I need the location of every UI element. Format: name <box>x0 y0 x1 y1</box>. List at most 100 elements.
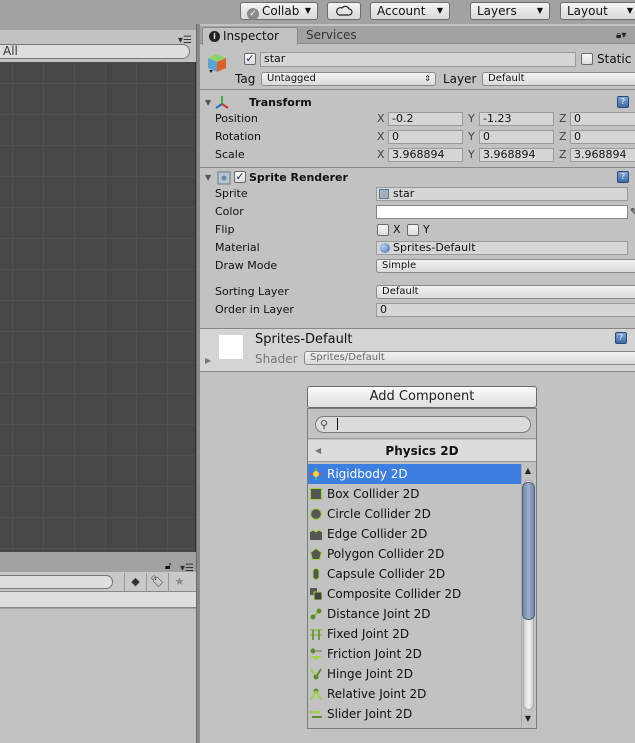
scale-y-input[interactable]: 3.968894 <box>479 148 554 162</box>
tag-dropdown[interactable]: Untagged ⇕ <box>261 72 436 86</box>
flip-label: Flip <box>215 223 235 236</box>
lock-icon[interactable]: 🔓︎ <box>165 561 171 572</box>
layer-dropdown[interactable]: Default <box>482 72 635 86</box>
account-dropdown[interactable]: Account ▼ <box>370 2 450 20</box>
foldout-closed-icon[interactable]: ▶ <box>205 356 211 365</box>
circle-collider-2d-icon <box>310 508 322 520</box>
static-label: Static <box>597 52 632 66</box>
scroll-down-arrow-icon[interactable]: ▼ <box>521 713 535 725</box>
help-icon[interactable]: ? <box>615 332 627 344</box>
help-icon[interactable]: ? <box>617 171 629 183</box>
axis-x-label[interactable]: X <box>377 130 385 143</box>
order-in-layer-input[interactable]: 0 <box>376 303 635 317</box>
sprite-label: Sprite <box>215 187 248 200</box>
scrollbar-thumb[interactable] <box>522 482 535 620</box>
tab-services[interactable]: Services <box>306 28 357 42</box>
help-icon[interactable]: ? <box>617 96 629 108</box>
updown-arrow-icon: ⇕ <box>424 74 431 83</box>
color-field[interactable] <box>376 205 628 219</box>
layout-dropdown[interactable]: Layout ▼ <box>560 2 635 20</box>
list-item-slider-joint-2d[interactable]: Slider Joint 2D <box>308 704 521 724</box>
static-checkbox[interactable] <box>581 53 593 65</box>
list-item-edge-collider-2d[interactable]: Edge Collider 2D <box>308 524 521 544</box>
position-z-input[interactable]: 0 <box>570 112 635 126</box>
axis-z-label[interactable]: Z <box>559 130 567 143</box>
axis-z-label[interactable]: Z <box>559 148 567 161</box>
info-icon: i <box>209 31 220 42</box>
material-preview <box>219 335 243 359</box>
list-item-circle-collider-2d[interactable]: Circle Collider 2D <box>308 504 521 524</box>
list-item-distance-joint-2d[interactable]: Distance Joint 2D <box>308 604 521 624</box>
rotation-y-input[interactable]: 0 <box>479 130 554 144</box>
gameobject-name-input[interactable]: star <box>260 52 576 67</box>
sprite-field[interactable]: star <box>376 187 628 201</box>
sorting-layer-label: Sorting Layer <box>215 285 289 298</box>
dropdown-arrow-icon: ▼ <box>304 6 311 15</box>
component-list: Rigidbody 2D Box Collider 2D Circle Coll… <box>308 464 521 728</box>
layer-label: Layer <box>443 72 477 86</box>
axis-x-label[interactable]: X <box>377 148 385 161</box>
search-icon: ⚲ <box>320 418 329 431</box>
list-item-fixed-joint-2d[interactable]: Fixed Joint 2D <box>308 624 521 644</box>
sprite-renderer-enabled-checkbox[interactable]: ✓ <box>234 171 246 183</box>
foldout-open-icon[interactable]: ▼ <box>205 173 211 182</box>
list-item-friction-joint-2d[interactable]: Friction Joint 2D <box>308 644 521 664</box>
rotation-x-input[interactable]: 0 <box>388 130 463 144</box>
tab-inspector[interactable]: i Inspector <box>202 27 298 45</box>
add-component-button[interactable]: Add Component <box>307 386 537 408</box>
layers-dropdown[interactable]: Layers ▼ <box>470 2 550 20</box>
gameobject-active-checkbox[interactable]: ✓ <box>244 53 256 65</box>
tag-label: Tag <box>235 72 256 86</box>
rotation-z-input[interactable]: 0 <box>570 130 635 144</box>
list-item-polygon-collider-2d[interactable]: Polygon Collider 2D <box>308 544 521 564</box>
position-y-input[interactable]: -1.23 <box>479 112 554 126</box>
list-item-rigidbody-2d[interactable]: Rigidbody 2D <box>308 464 521 484</box>
component-search-input[interactable] <box>315 416 531 433</box>
order-in-layer-label: Order in Layer <box>215 303 294 316</box>
list-item-box-collider-2d[interactable]: Box Collider 2D <box>308 484 521 504</box>
scene-search-input[interactable]: All <box>0 44 190 59</box>
list-item-partial[interactable] <box>308 724 521 728</box>
position-label: Position <box>215 112 258 125</box>
axis-y-label[interactable]: Y <box>468 148 475 161</box>
search-by-type-icon[interactable]: ◆ <box>124 573 146 591</box>
friction-joint-2d-icon <box>310 648 322 660</box>
draw-mode-dropdown[interactable]: Simple <box>376 259 635 273</box>
material-name: Sprites-Default <box>255 332 353 347</box>
flip-y-checkbox[interactable] <box>407 224 419 236</box>
scale-x-input[interactable]: 3.968894 <box>388 148 463 162</box>
favorites-star-icon[interactable]: ★ <box>168 573 190 591</box>
axis-x-label[interactable]: X <box>377 112 385 125</box>
position-x-input[interactable]: -0.2 <box>388 112 463 126</box>
sorting-layer-dropdown[interactable]: Default <box>376 285 635 299</box>
component-divider <box>200 167 635 168</box>
list-item-relative-joint-2d[interactable]: Relative Joint 2D <box>308 684 521 704</box>
eyedropper-icon[interactable]: ✎ <box>630 207 635 218</box>
material-field[interactable]: Sprites-Default <box>376 241 628 255</box>
foldout-open-icon[interactable]: ▼ <box>205 98 211 107</box>
collab-button[interactable]: ✓ Collab ▼ <box>240 2 318 20</box>
axis-y-label[interactable]: Y <box>468 112 475 125</box>
sprite-renderer-title: Sprite Renderer <box>249 171 348 184</box>
search-by-label-icon[interactable]: 🏷︎ <box>146 573 168 591</box>
material-label: Material <box>215 241 260 254</box>
flip-x-checkbox[interactable] <box>377 224 389 236</box>
rotation-label: Rotation <box>215 130 262 143</box>
list-item-capsule-collider-2d[interactable]: Capsule Collider 2D <box>308 564 521 584</box>
list-item-hinge-joint-2d[interactable]: Hinge Joint 2D <box>308 664 521 684</box>
lock-icon[interactable]: 🔒︎▾ <box>616 30 626 41</box>
sprite-thumbnail-icon <box>379 189 389 199</box>
axis-z-label[interactable]: Z <box>559 112 567 125</box>
scroll-up-arrow-icon[interactable]: ▲ <box>521 465 535 477</box>
axis-y-label[interactable]: Y <box>468 130 475 143</box>
cloud-icon <box>336 5 353 16</box>
cloud-button[interactable] <box>327 2 361 20</box>
shader-dropdown[interactable]: Sprites/Default <box>304 351 635 365</box>
project-search-input[interactable] <box>0 575 113 589</box>
list-item-composite-collider-2d[interactable]: Composite Collider 2D <box>308 584 521 604</box>
flip-x-label: X <box>393 223 401 236</box>
scale-z-input[interactable]: 3.968894 <box>570 148 635 162</box>
scene-view-grid[interactable] <box>0 62 196 552</box>
rigidbody-2d-icon <box>310 468 322 480</box>
scale-label: Scale <box>215 148 245 161</box>
